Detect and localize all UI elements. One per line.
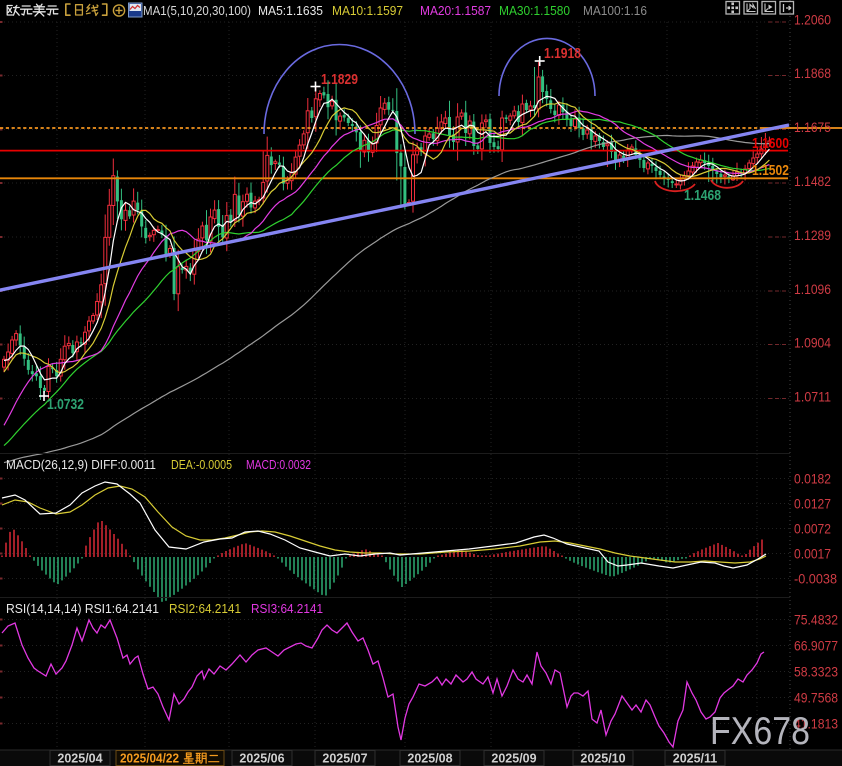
svg-text:1.0711: 1.0711 — [794, 389, 831, 405]
svg-text:49.7568: 49.7568 — [794, 690, 838, 706]
svg-text:2025/07: 2025/07 — [322, 752, 367, 766]
svg-text:66.9077: 66.9077 — [794, 638, 838, 654]
svg-text:0.0017: 0.0017 — [794, 546, 831, 562]
svg-text:58.3323: 58.3323 — [794, 664, 838, 680]
svg-text:1.1868: 1.1868 — [794, 65, 831, 81]
svg-text:1.1289: 1.1289 — [794, 227, 831, 243]
svg-text:1.2060: 1.2060 — [794, 12, 831, 28]
svg-text:0.0182: 0.0182 — [794, 471, 831, 487]
svg-text:1.1600: 1.1600 — [752, 135, 789, 152]
svg-text:0.0127: 0.0127 — [794, 496, 831, 512]
svg-text:1.1468: 1.1468 — [684, 187, 721, 204]
svg-text:1.1918: 1.1918 — [544, 45, 581, 62]
svg-text:MA5:1.1635: MA5:1.1635 — [258, 3, 323, 18]
svg-text:1.1482: 1.1482 — [794, 173, 831, 189]
svg-text:MA30:1.1580: MA30:1.1580 — [499, 3, 570, 18]
svg-text:2025/08: 2025/08 — [407, 752, 452, 766]
svg-text:FX678: FX678 — [710, 710, 810, 753]
svg-text:2025/10: 2025/10 — [580, 752, 625, 766]
svg-text:-0.0038: -0.0038 — [794, 571, 837, 587]
svg-text:2025/11: 2025/11 — [673, 752, 718, 766]
svg-text:1.1096: 1.1096 — [794, 281, 831, 297]
svg-text:MA100:1.16: MA100:1.16 — [583, 3, 647, 18]
svg-text:2025/04: 2025/04 — [57, 752, 102, 766]
svg-text:2025/09: 2025/09 — [491, 752, 536, 766]
svg-text:1.1829: 1.1829 — [321, 71, 358, 88]
svg-text:75.4832: 75.4832 — [794, 612, 838, 628]
svg-text:1.1502: 1.1502 — [752, 162, 789, 179]
svg-text:1.0904: 1.0904 — [794, 335, 831, 351]
svg-text:MA10:1.1597: MA10:1.1597 — [332, 3, 403, 18]
svg-text:MA20:1.1587: MA20:1.1587 — [420, 3, 491, 18]
svg-text:MA1(5,10,20,30,100): MA1(5,10,20,30,100) — [143, 3, 251, 18]
svg-text:0.0072: 0.0072 — [794, 521, 831, 537]
svg-text:1.1675: 1.1675 — [794, 119, 831, 135]
svg-text:1.0732: 1.0732 — [47, 396, 84, 413]
svg-text:2025/04/22: 2025/04/22 — [120, 752, 179, 766]
svg-text:2025/06: 2025/06 — [239, 752, 284, 766]
